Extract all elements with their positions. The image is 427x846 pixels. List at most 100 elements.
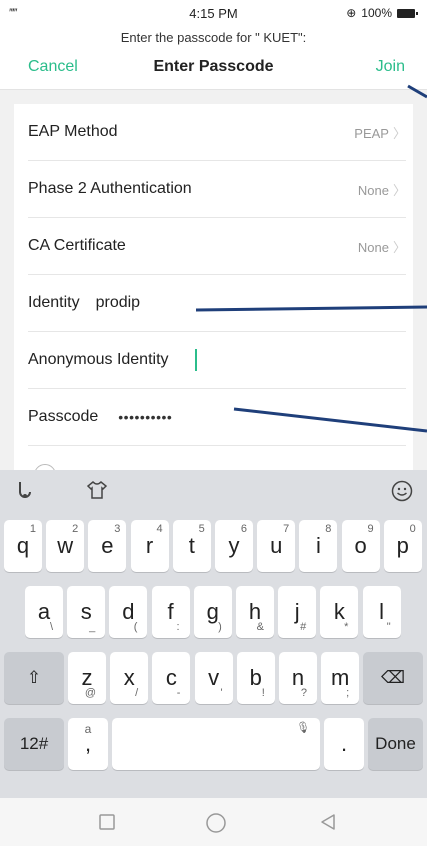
key-v-label: v: [208, 665, 220, 690]
key-o-label: o: [354, 533, 367, 558]
shift-icon: ⇧: [26, 668, 42, 687]
key-n[interactable]: n?: [279, 652, 317, 704]
key-p-hint: 0: [409, 523, 416, 535]
key-t[interactable]: t5: [172, 520, 211, 572]
phase2-auth-value: None 〉: [358, 180, 406, 199]
key-x[interactable]: x /: [110, 652, 149, 704]
show-password-row[interactable]: [28, 446, 406, 470]
key-l-alt: ": [386, 621, 391, 633]
backspace-icon: ⌫: [380, 668, 406, 687]
phase2-auth-value-text: None: [357, 182, 389, 198]
key-j-alt: #: [300, 621, 307, 633]
key-p[interactable]: p0: [383, 520, 422, 572]
theme-icon[interactable]: [86, 480, 108, 505]
key-i-hint: 8: [325, 523, 332, 535]
identity-row[interactable]: Identity prodip: [28, 275, 406, 332]
key-q-hint: 1: [29, 523, 36, 535]
status-right: ⊕ 100%: [346, 6, 418, 20]
key-r-hint: 4: [156, 523, 163, 535]
key-j[interactable]: j #: [278, 586, 317, 638]
key-u[interactable]: u7: [257, 520, 296, 572]
key-i[interactable]: i8: [299, 520, 338, 572]
shift-key[interactable]: ⇧: [4, 652, 64, 704]
passcode-field[interactable]: ••••••••••: [118, 409, 172, 425]
key-u-hint: 7: [283, 523, 290, 535]
key-i-label: i: [315, 533, 321, 558]
status-bar: ‴‴ 4:15 PM ⊕ 100%: [0, 0, 427, 30]
key-r-label: r: [145, 533, 154, 558]
key-d[interactable]: d(: [109, 586, 148, 638]
battery-icon: [397, 8, 418, 18]
key-p-label: p: [396, 533, 409, 558]
key-b-label: b: [249, 665, 262, 690]
recent-apps-button[interactable]: [97, 812, 117, 832]
key-x-label: x: [123, 665, 135, 690]
dialog-header: Enter the passcode for " KUET": Cancel E…: [0, 30, 427, 90]
emoji-icon[interactable]: [391, 480, 413, 507]
key-l-label: l: [379, 599, 385, 624]
join-button[interactable]: Join: [376, 58, 405, 76]
voice-input-icon[interactable]: [16, 480, 34, 504]
eap-method-label: EAP Method: [28, 123, 118, 140]
key-g[interactable]: g): [193, 586, 232, 638]
ca-certificate-row[interactable]: CA Certificate None 〉: [28, 218, 406, 275]
anonymous-identity-field[interactable]: [194, 349, 197, 371]
back-button[interactable]: [318, 812, 338, 832]
phase2-auth-label: Phase 2 Authentication: [28, 180, 192, 197]
anonymous-identity-label: Anonymous Identity: [28, 351, 169, 368]
key-e-hint: 3: [114, 523, 121, 535]
key-g-label: g: [206, 599, 219, 624]
chevron-right-icon: 〉: [392, 125, 406, 141]
identity-label: Identity: [28, 294, 80, 311]
anonymous-identity-row[interactable]: Anonymous Identity: [28, 332, 406, 389]
eap-method-row[interactable]: EAP Method PEAP 〉: [28, 104, 406, 161]
soft-keyboard: q 1 w 2 e 3 r 4 t 5 y 6 u 7 i 8 o 9 p 0 a \ s _ d(f: g) h & j # k * l " ⇧ z…: [0, 470, 427, 798]
numbers-key[interactable]: 12#: [4, 718, 64, 770]
key-v[interactable]: v ': [194, 652, 233, 704]
key-k[interactable]: k *: [320, 586, 359, 638]
key-w[interactable]: w2: [46, 520, 85, 572]
key-l[interactable]: l ": [362, 586, 401, 638]
key-a-alt: \: [49, 621, 53, 633]
key-f[interactable]: f:: [151, 586, 190, 638]
space-key[interactable]: 🎙: [112, 718, 320, 770]
key-s[interactable]: s _: [67, 586, 106, 638]
key-y[interactable]: y6: [215, 520, 253, 572]
eap-method-value-text: PEAP: [354, 125, 389, 141]
key-h-alt: &: [256, 621, 264, 633]
home-button[interactable]: [205, 812, 226, 833]
key-f-alt: :: [176, 621, 180, 633]
key-q[interactable]: q1: [4, 520, 42, 572]
key-f-label: f: [167, 599, 174, 624]
passcode-row[interactable]: Passcode ••••••••••: [28, 389, 406, 446]
done-key[interactable]: Done: [368, 718, 423, 770]
passcode-prompt: Enter the passcode for " KUET":: [120, 30, 307, 45]
key-z[interactable]: z @: [68, 652, 106, 704]
key-a-label: a: [37, 599, 51, 624]
key-w-label: w: [57, 533, 74, 558]
key-h[interactable]: h &: [236, 586, 274, 638]
key-t-hint: 5: [198, 523, 205, 535]
key-a[interactable]: a \: [25, 586, 63, 638]
key-d-alt: (: [133, 621, 138, 633]
key-b[interactable]: b!: [236, 652, 275, 704]
page-title: Enter Passcode: [153, 58, 274, 75]
form-card: EAP Method PEAP 〉 Phase 2 Authentication …: [14, 104, 413, 470]
key-y-label: y: [228, 533, 240, 558]
period-key[interactable]: .: [324, 718, 364, 770]
rotation-lock-icon: ⊕: [346, 6, 357, 20]
key-m[interactable]: m;: [321, 652, 360, 704]
key-k-alt: *: [344, 621, 349, 633]
key-e[interactable]: e3: [88, 520, 127, 572]
ca-certificate-value-text: None: [357, 239, 389, 255]
comma-key[interactable]: a,: [68, 718, 108, 770]
phase2-auth-row[interactable]: Phase 2 Authentication None 〉: [28, 161, 406, 218]
keyboard-toolbar: [0, 470, 427, 514]
key-c-label: c: [165, 665, 177, 690]
ca-certificate-label: CA Certificate: [28, 237, 126, 254]
key-c[interactable]: c-: [152, 652, 191, 704]
backspace-key[interactable]: ⌫: [363, 652, 423, 704]
key-r[interactable]: r4: [130, 520, 169, 572]
key-o[interactable]: o9: [341, 520, 380, 572]
identity-field[interactable]: prodip: [96, 294, 140, 312]
